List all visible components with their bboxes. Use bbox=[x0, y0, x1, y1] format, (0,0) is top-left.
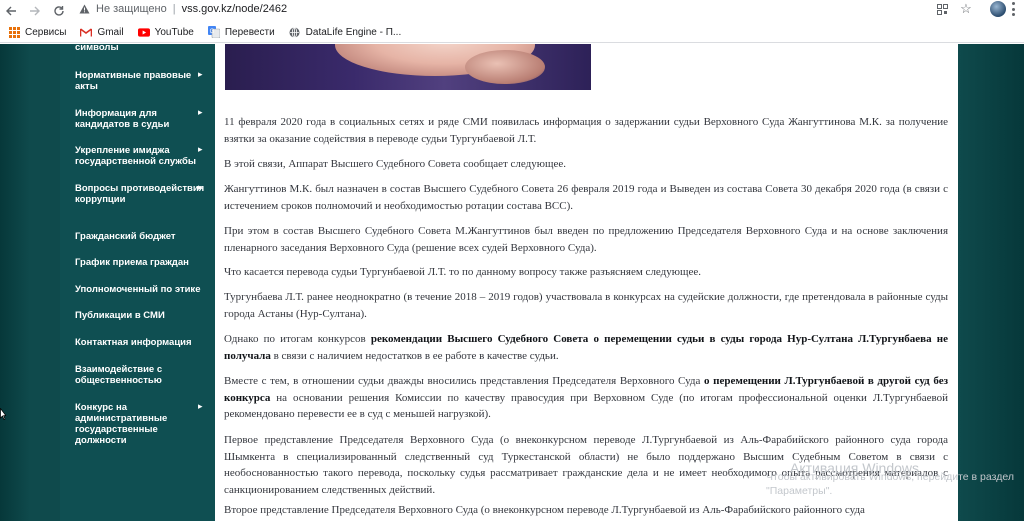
page-left-background bbox=[0, 44, 30, 521]
url-text: vss.gov.kz/node/2462 bbox=[181, 3, 288, 15]
paragraph-text: в связи с наличием недостатков в ее рабо… bbox=[270, 349, 559, 362]
bookmark-label: DataLife Engine - П... bbox=[305, 26, 402, 38]
svg-text:G: G bbox=[209, 29, 214, 35]
chevron-right-icon[interactable]: ▸ bbox=[198, 69, 206, 79]
browser-toolbar: Не защищено | vss.gov.kz/node/2462 ☆ bbox=[0, 0, 1024, 22]
paragraph-text: Вместе с тем, в отношении судьи дважды в… bbox=[224, 375, 705, 387]
security-status: Не защищено bbox=[96, 3, 167, 15]
globe-icon bbox=[289, 26, 301, 38]
chevron-right-icon[interactable]: ▸ bbox=[198, 144, 206, 154]
sidebar-item-reception-schedule[interactable]: График приема граждан bbox=[75, 257, 210, 268]
gmail-icon bbox=[80, 26, 93, 38]
article-content: 11 февраля 2020 года в социальных сетях … bbox=[215, 44, 958, 521]
bookmark-star-button[interactable]: ☆ bbox=[958, 0, 974, 18]
bookmarks-bar: Сервисы Gmail YouTube G Перевести DataLi… bbox=[0, 22, 1024, 43]
article-paragraph: Вместе с тем, в отношении судьи дважды в… bbox=[224, 373, 948, 423]
address-separator: | bbox=[172, 3, 176, 15]
article-paragraph: Второе представление Председателя Верхов… bbox=[224, 504, 865, 516]
sidebar-item-legal-acts[interactable]: Нормативные правовые акты bbox=[75, 70, 210, 92]
forward-button[interactable] bbox=[24, 0, 46, 22]
profile-avatar[interactable] bbox=[990, 1, 1006, 17]
chevron-right-icon[interactable]: ▸ bbox=[198, 107, 206, 117]
apps-grid-icon bbox=[8, 26, 20, 38]
qr-code-button[interactable] bbox=[934, 0, 950, 18]
sidebar-item-candidates-info[interactable]: Информация для кандидатов в судьи bbox=[75, 108, 210, 130]
bookmark-label: YouTube bbox=[154, 26, 194, 38]
article-hero-image bbox=[225, 44, 591, 90]
article-paragraph: Тургунбаева Л.Т. ранее неоднократно (в т… bbox=[224, 291, 948, 320]
windows-activation-text: Чтобы активировать Windows, перейдите в … bbox=[766, 471, 1014, 497]
sidebar-item-media-publications[interactable]: Публикации в СМИ bbox=[75, 310, 210, 321]
sidebar-item-civil-service-image[interactable]: Укрепление имиджа государственной службы bbox=[75, 145, 210, 167]
bookmark-gmail[interactable]: Gmail bbox=[80, 22, 124, 43]
bookmark-label: Перевести bbox=[224, 26, 275, 38]
chevron-right-icon[interactable]: ▸ bbox=[198, 182, 206, 192]
sidebar-item-public-interaction[interactable]: Взаимодействие с общественностью bbox=[75, 364, 210, 386]
bookmark-datalife[interactable]: DataLife Engine - П... bbox=[289, 22, 402, 43]
sidebar-item-contacts[interactable]: Контактная информация bbox=[75, 337, 210, 348]
sidebar-item-ethics-commissioner[interactable]: Уполномоченный по этике bbox=[75, 284, 210, 295]
back-button[interactable] bbox=[0, 0, 22, 22]
translate-icon: G bbox=[207, 26, 220, 38]
sidebar-item-anti-corruption[interactable]: Вопросы противодействия коррупции bbox=[75, 183, 210, 205]
youtube-icon bbox=[137, 26, 150, 38]
bookmark-translate[interactable]: G Перевести bbox=[207, 22, 275, 43]
bookmark-youtube[interactable]: YouTube bbox=[137, 22, 194, 43]
bookmark-label: Сервисы bbox=[25, 26, 67, 38]
warning-triangle-icon bbox=[78, 3, 90, 15]
back-arrow-icon bbox=[6, 6, 16, 16]
web-page: символы Нормативные правовые акты Информ… bbox=[0, 42, 1024, 521]
star-icon: ☆ bbox=[960, 1, 972, 16]
paragraph-text: Однако по итогам конкурсов bbox=[224, 333, 371, 345]
article-paragraph: В этой связи, Аппарат Высшего Судебного … bbox=[224, 158, 566, 170]
forward-arrow-icon bbox=[30, 6, 40, 16]
article-paragraph: Жангуттинов М.К. был назначен в состав В… bbox=[224, 183, 948, 212]
article-paragraph: 11 февраля 2020 года в социальных сетях … bbox=[224, 116, 948, 145]
article-paragraph: При этом в состав Высшего Судебного Сове… bbox=[224, 225, 948, 254]
paragraph-text: на основании решения Комиссии по качеств… bbox=[224, 391, 948, 421]
sidebar-item-admin-positions-contest[interactable]: Конкурс на административные государствен… bbox=[75, 402, 210, 446]
sidebar-item-symbols[interactable]: символы bbox=[75, 42, 210, 53]
sidebar-item-civil-budget[interactable]: Гражданский бюджет bbox=[75, 231, 210, 242]
reload-button[interactable] bbox=[48, 0, 70, 22]
browser-menu-icon[interactable] bbox=[1011, 2, 1015, 16]
chevron-right-icon[interactable]: ▸ bbox=[198, 401, 206, 411]
sidebar-nav: символы Нормативные правовые акты Информ… bbox=[60, 42, 215, 521]
mouse-cursor-icon bbox=[0, 408, 6, 420]
bookmark-services[interactable]: Сервисы bbox=[8, 22, 66, 43]
article-paragraph: Что касается перевода судьи Тургунбаевой… bbox=[224, 266, 701, 278]
reload-icon bbox=[54, 6, 64, 16]
bookmark-label: Gmail bbox=[97, 26, 124, 38]
page-right-background bbox=[958, 44, 1024, 521]
address-bar[interactable]: Не защищено | vss.gov.kz/node/2462 bbox=[78, 0, 984, 18]
qr-code-icon bbox=[936, 3, 948, 15]
article-paragraph: Однако по итогам конкурсов рекомендации … bbox=[224, 331, 948, 364]
